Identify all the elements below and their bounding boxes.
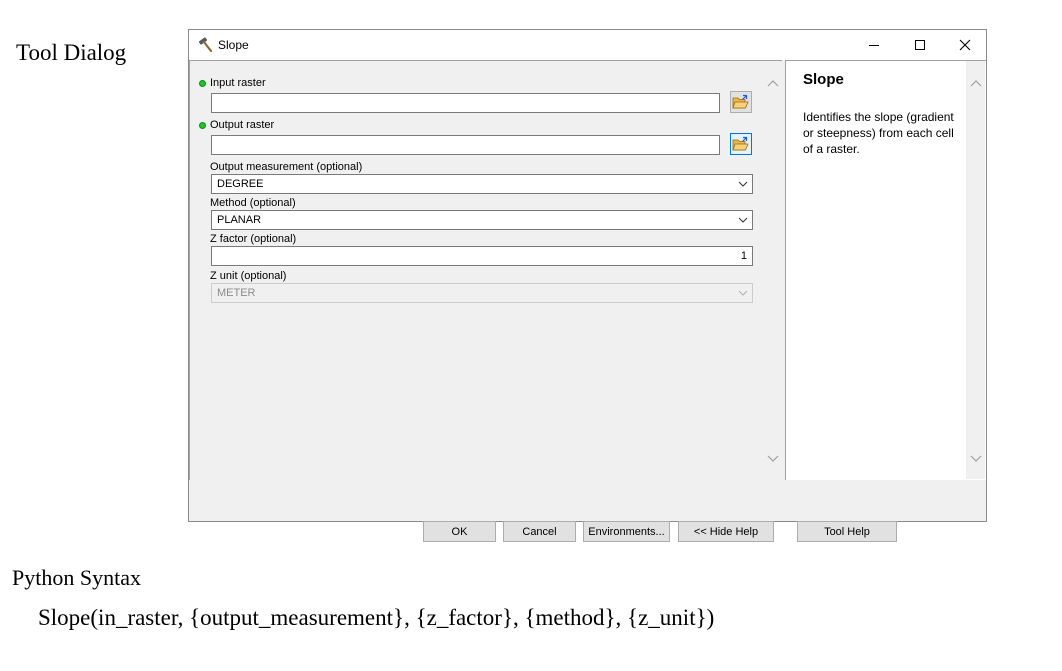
- close-icon: [959, 39, 971, 51]
- python-syntax-code: Slope(in_raster, {output_measurement}, {…: [38, 605, 715, 630]
- input-raster-label: Input raster: [210, 77, 266, 89]
- output-measurement-dropdown[interactable]: DEGREE: [211, 174, 753, 194]
- open-folder-icon: [732, 94, 749, 109]
- scroll-down-icon[interactable]: [767, 455, 779, 463]
- minimize-button[interactable]: [851, 30, 897, 60]
- chevron-down-icon: [738, 217, 748, 223]
- required-indicator-input-raster: [199, 80, 206, 87]
- maximize-icon: [915, 40, 925, 50]
- output-raster-browse-button[interactable]: [730, 133, 752, 155]
- tool-help-button[interactable]: Tool Help: [797, 521, 897, 542]
- chevron-down-icon: [738, 181, 748, 187]
- parameters-panel: Input raster Output raster Output measur…: [189, 60, 782, 481]
- z-unit-label: Z unit (optional): [210, 270, 287, 282]
- close-button[interactable]: [942, 30, 988, 60]
- help-description: Identifies the slope (gradient or steepn…: [803, 110, 954, 156]
- window-title: Slope: [218, 38, 249, 52]
- z-unit-value: METER: [217, 287, 256, 299]
- help-scrollbar[interactable]: [966, 61, 985, 479]
- required-indicator-output-raster: [199, 122, 206, 129]
- title-bar[interactable]: Slope: [189, 30, 986, 60]
- help-title: Slope: [803, 71, 844, 88]
- method-label: Method (optional): [210, 197, 296, 209]
- scroll-up-icon[interactable]: [970, 79, 982, 87]
- output-raster-field[interactable]: [211, 135, 720, 155]
- chevron-down-icon: [738, 290, 748, 296]
- z-factor-value: 1: [740, 250, 747, 262]
- help-panel: Slope Identifies the slope (gradient or …: [785, 60, 986, 480]
- ok-button[interactable]: OK: [423, 521, 496, 542]
- input-raster-field[interactable]: [211, 93, 720, 113]
- python-syntax-heading: Python Syntax: [12, 565, 141, 590]
- tool-dialog-heading: Tool Dialog: [16, 40, 127, 65]
- z-factor-label: Z factor (optional): [210, 233, 297, 245]
- input-raster-browse-button[interactable]: [730, 91, 752, 113]
- slope-tool-window: Slope Input raster Output raster Output …: [188, 29, 987, 542]
- dialog-client-area: Input raster Output raster Output measur…: [189, 60, 986, 542]
- cancel-button[interactable]: Cancel: [503, 521, 576, 542]
- method-value: PLANAR: [217, 214, 262, 226]
- open-folder-icon: [732, 136, 749, 151]
- hide-help-button[interactable]: << Hide Help: [678, 521, 774, 542]
- output-raster-label: Output raster: [210, 119, 275, 131]
- scroll-down-icon[interactable]: [970, 455, 982, 463]
- minimize-icon: [869, 45, 879, 46]
- z-factor-field[interactable]: 1: [211, 246, 753, 266]
- hammer-icon: [197, 36, 215, 54]
- parameters-scrollbar[interactable]: [763, 61, 782, 481]
- scroll-up-icon[interactable]: [767, 79, 779, 87]
- output-measurement-label: Output measurement (optional): [210, 161, 363, 173]
- environments-button[interactable]: Environments...: [583, 521, 670, 542]
- output-measurement-value: DEGREE: [217, 178, 264, 190]
- z-unit-dropdown: METER: [211, 283, 753, 303]
- method-dropdown[interactable]: PLANAR: [211, 210, 753, 230]
- maximize-button[interactable]: [897, 30, 943, 60]
